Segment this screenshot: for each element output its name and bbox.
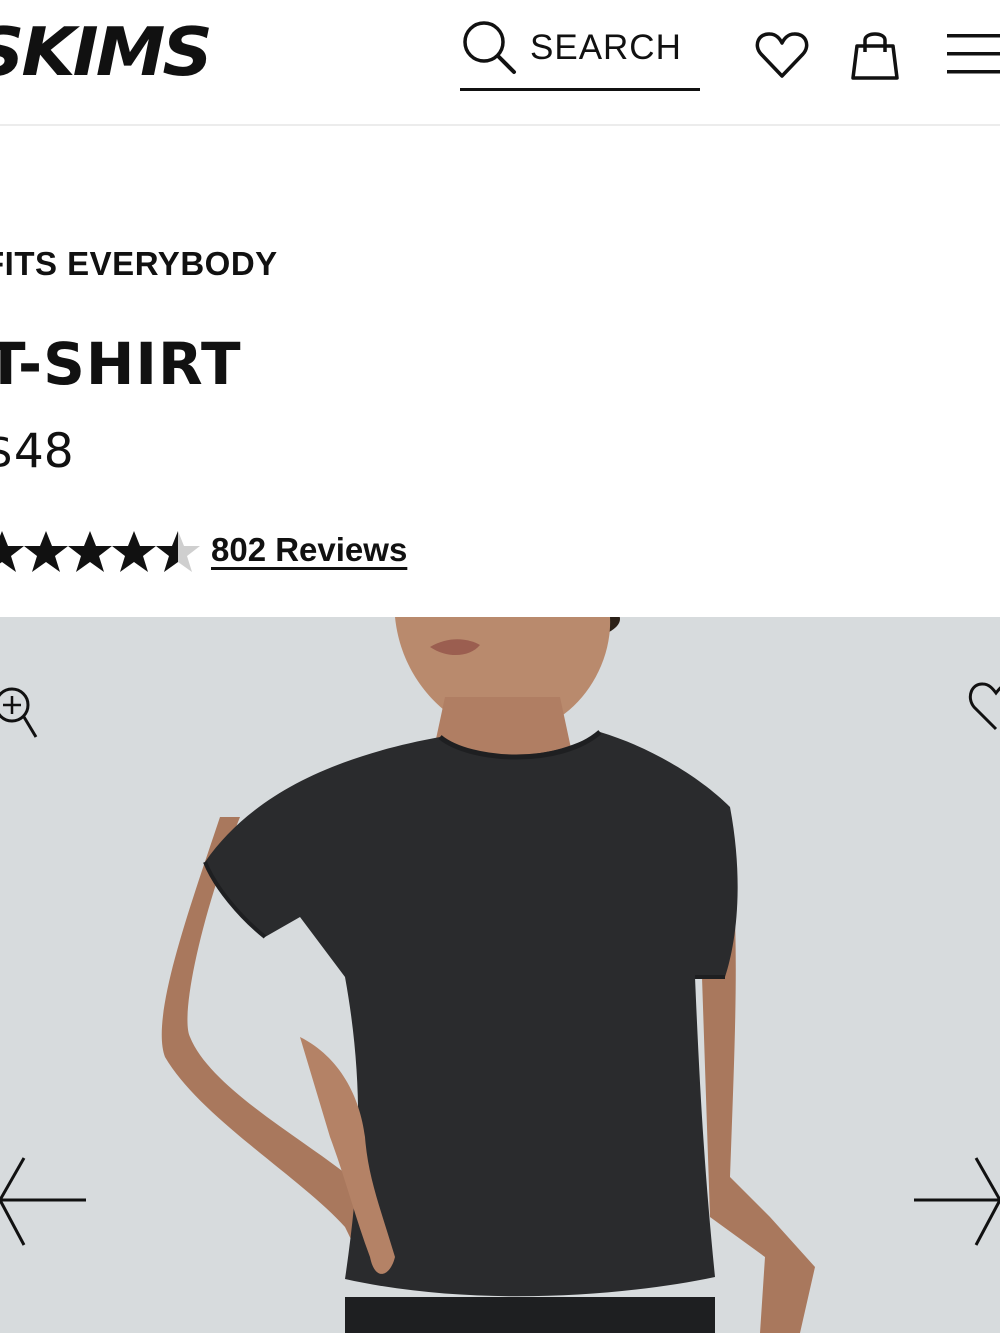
search-icon [463,21,516,74]
star-icon [68,531,112,572]
search-field[interactable]: SEARCH [460,18,700,91]
product-price: $48 [0,424,74,479]
heart-icon[interactable] [755,30,809,80]
product-image-gallery[interactable] [0,617,1000,1333]
star-icon [24,531,68,572]
arrow-right-icon[interactable] [912,1153,1000,1253]
shopping-bag-icon[interactable] [846,26,904,84]
heart-icon[interactable] [968,677,1000,733]
reviews-link[interactable]: 802 Reviews [211,531,407,569]
star-rating [0,531,200,572]
product-photo [0,617,1000,1333]
site-header: SKIMS SEARCH [0,0,1000,126]
half-star-icon [156,531,200,572]
product-collection[interactable]: FITS EVERYBODY [0,245,278,283]
arrow-left-icon[interactable] [0,1153,90,1253]
star-icon [112,531,156,572]
search-label: SEARCH [530,28,682,67]
zoom-in-icon[interactable] [0,681,40,741]
menu-icon[interactable] [945,30,1000,78]
brand-logo[interactable]: SKIMS [0,10,213,94]
product-title: T-SHIRT [0,330,242,398]
star-icon [0,531,24,572]
